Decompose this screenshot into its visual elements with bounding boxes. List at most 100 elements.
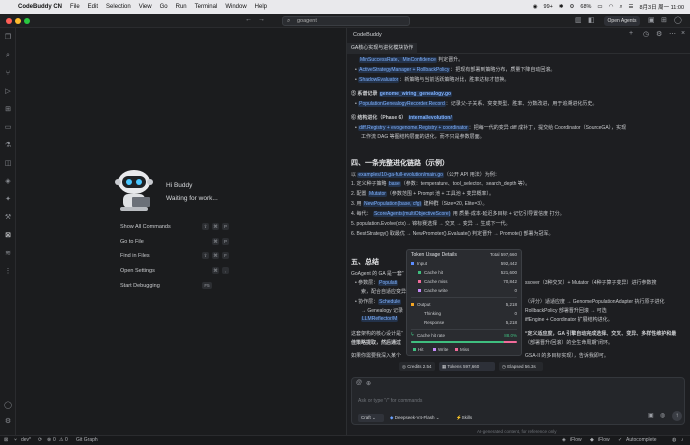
send-icon[interactable]: ↑ [672, 411, 682, 421]
warning-icon: ⚠ [59, 437, 64, 443]
battery-percent[interactable]: 68% [580, 4, 591, 10]
shortcut-key: , [222, 267, 229, 274]
wechat-icon[interactable]: ◉ [533, 4, 538, 10]
sidebar-toggle-icon[interactable]: ◧ [588, 16, 595, 24]
text: 3. 用 [351, 201, 362, 207]
start-debugging-link[interactable]: Start Debugging [120, 283, 160, 289]
extensions-icon[interactable]: ⊞ [4, 106, 12, 114]
bell-icon[interactable]: ♪ [681, 437, 684, 443]
search-icon[interactable]: ⌕ [619, 4, 622, 11]
hit-rate-fill [411, 341, 505, 343]
account-icon[interactable]: ◯ [674, 16, 682, 24]
menu-terminal[interactable]: Terminal [195, 4, 218, 10]
sparkle-icon[interactable]: ✦ [4, 196, 12, 204]
credits-badge[interactable]: ◎ Credits 2.54 [399, 362, 435, 371]
remote-icon[interactable]: ▭ [4, 124, 12, 132]
tokens-badge[interactable]: ▦ Tokens 597,660 [439, 362, 495, 371]
find-in-files-link[interactable]: Find in Files [120, 253, 150, 259]
history-icon[interactable]: ◷ [643, 30, 649, 38]
remote-indicator-icon[interactable]: ⊠ [4, 437, 8, 443]
more-icon[interactable]: ⋯ [669, 30, 676, 38]
gear-icon[interactable]: ⚙ [569, 4, 574, 10]
panel-toggle-icon[interactable]: ▣ [648, 16, 655, 24]
mic-icon[interactable]: ◍ [660, 412, 665, 419]
image-icon[interactable]: ▣ [648, 412, 654, 419]
agent-icon[interactable]: ⊠ [4, 232, 12, 240]
welcome-status: Waiting for work... [166, 195, 218, 202]
menu-view[interactable]: View [139, 4, 152, 10]
tools-icon[interactable]: ⚒ [4, 214, 12, 222]
iflow-cn-link[interactable]: iFlow [598, 437, 610, 443]
menu-app-name[interactable]: CodeBuddy CN [18, 4, 62, 10]
menu-go[interactable]: Go [160, 4, 168, 10]
text: （部署晋升/回滚）的全生命周期”闭环。 [525, 340, 614, 346]
chat-input[interactable]: Ask or type "/" for commands [358, 398, 422, 404]
notification-count[interactable]: 99+ [544, 4, 553, 10]
close-window-icon[interactable] [6, 18, 12, 24]
search-icon: ⌕ [287, 18, 291, 24]
inline-code: LLMReflector/M [361, 316, 399, 322]
menu-run[interactable]: Run [176, 4, 187, 10]
inline-code: Mutator [367, 191, 387, 197]
text: 2. 配置 [351, 191, 367, 197]
settings-icon[interactable]: ⚙ [656, 30, 662, 38]
open-agents-button[interactable]: Open Agents [604, 16, 640, 26]
text: 用 质量-成本-延迟多目标 + 记忆引导置信度 打分。 [452, 211, 565, 217]
mode-dropdown[interactable]: Craft ⌄ [358, 414, 384, 422]
model-dropdown[interactable]: ◆ Deepseek-V4-Flash ⌄ [390, 414, 450, 422]
add-chat-icon[interactable]: + [629, 30, 633, 37]
account-icon[interactable]: ◯ [4, 402, 12, 410]
sync-icon[interactable]: ⟳ [38, 437, 42, 443]
menu-help[interactable]: Help [255, 4, 267, 10]
wifi-icon[interactable]: ◠ [609, 4, 614, 10]
grid-icon[interactable]: ⋮ [4, 268, 12, 276]
error-count[interactable]: 0 [53, 437, 56, 443]
layout-grid-icon[interactable]: ⊞ [661, 16, 667, 24]
datetime[interactable]: 8月3日 周一 11:00 [639, 3, 684, 11]
text: 1. 定义种子策略 [351, 181, 387, 187]
control-center-icon[interactable]: ☰ [629, 4, 634, 10]
menu-file[interactable]: File [70, 4, 80, 10]
inline-code[interactable]: examples/10-ga-full-evolution/main.go [357, 172, 444, 178]
battery-icon[interactable]: ▭ [597, 4, 602, 10]
menu-window[interactable]: Window [225, 4, 246, 10]
autocomplete-toggle[interactable]: Autocomplete [626, 437, 657, 443]
explorer-icon[interactable]: ❐ [4, 34, 12, 42]
search-icon[interactable]: ⌕ [4, 52, 12, 60]
branch-name[interactable]: dev* [21, 437, 31, 443]
hit-rate-value: 88.0% [504, 333, 517, 338]
layout-toggle-icon[interactable]: ▥ [575, 16, 582, 24]
open-settings-link[interactable]: Open Settings [120, 268, 155, 274]
close-icon[interactable]: × [681, 30, 685, 37]
elapsed-badge[interactable]: ◷ Elapsed 56.3s [499, 362, 543, 371]
iflow-link[interactable]: iFlow [570, 437, 582, 443]
warning-count[interactable]: 0 [65, 437, 68, 443]
text: ssover（3种交叉）+ Mutator（4种子算子变异）进行参数搜 [525, 280, 657, 286]
show-all-commands-link[interactable]: Show All Commands [120, 224, 171, 230]
command-center-search[interactable]: ⌕ goagent [282, 16, 410, 26]
bluetooth-icon[interactable]: ✱ [559, 4, 564, 10]
robot-mascot-image [115, 170, 153, 211]
menu-selection[interactable]: Selection [106, 4, 131, 10]
forward-arrow-icon[interactable]: → [258, 16, 265, 23]
chat-tab[interactable]: GA核心实现与进化模块协作 [347, 43, 417, 54]
minimize-window-icon[interactable] [15, 18, 21, 24]
back-arrow-icon[interactable]: ← [245, 16, 252, 23]
text: iffEngine + Coordinator 扩展结构进化。 [525, 317, 613, 323]
database-icon[interactable]: ◫ [4, 160, 12, 168]
menu-edit[interactable]: Edit [88, 4, 98, 10]
testing-icon[interactable]: ⚗ [4, 142, 12, 150]
at-mention-icon[interactable]: @ [356, 380, 362, 386]
settings-gear-icon[interactable]: ⚙ [4, 418, 12, 426]
run-debug-icon[interactable]: ▷ [4, 88, 12, 96]
search-input[interactable]: goagent [297, 18, 317, 24]
layers-icon[interactable]: ≋ [4, 250, 12, 258]
git-graph-link[interactable]: Git Graph [76, 437, 98, 443]
skills-button[interactable]: ⚡Skills [456, 414, 482, 422]
codebuddy-icon[interactable]: ◈ [4, 178, 12, 186]
notification-icon[interactable]: ◍ [672, 437, 676, 443]
attach-icon[interactable]: ⊕ [366, 380, 371, 387]
source-control-icon[interactable]: ⑂ [4, 70, 12, 78]
zoom-window-icon[interactable] [24, 18, 30, 24]
go-to-file-link[interactable]: Go to File [120, 239, 144, 245]
